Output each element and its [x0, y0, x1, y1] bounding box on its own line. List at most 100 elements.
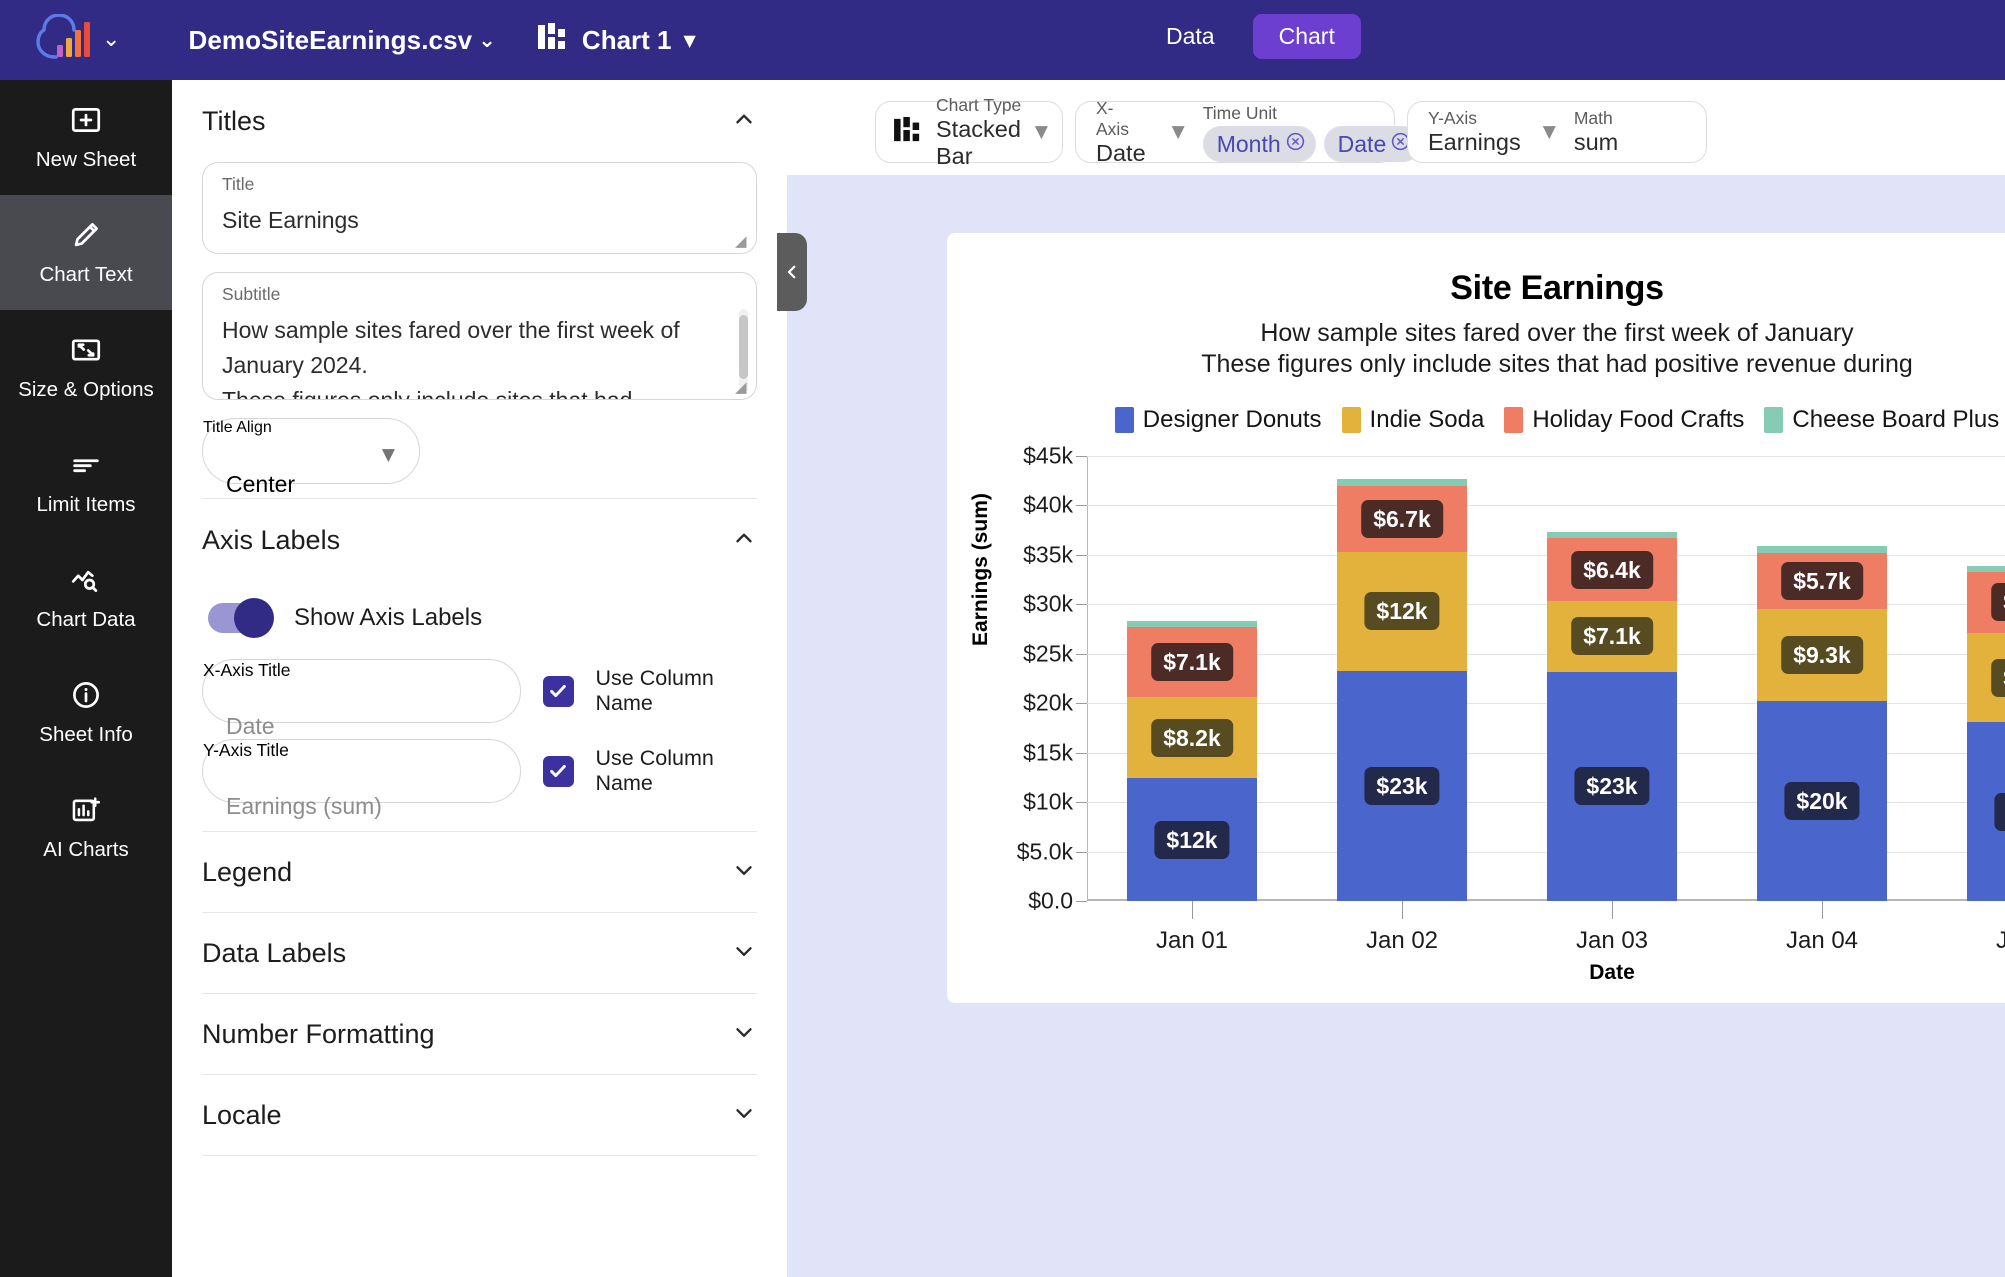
bar-segment[interactable]: $12k — [1336, 551, 1468, 671]
math-label: Math — [1573, 108, 1613, 128]
bar-segment[interactable]: $9.0k — [1966, 633, 2005, 723]
chevron-up-icon[interactable] — [731, 106, 757, 137]
bar-segment[interactable]: $23k — [1336, 670, 1468, 901]
bar-segment[interactable]: $6.7k — [1336, 485, 1468, 552]
titles-section-header[interactable]: Titles — [200, 80, 759, 162]
bar-segment[interactable]: $6.2k — [1966, 571, 2005, 634]
bar-segment[interactable] — [1966, 565, 2005, 572]
chart-selector[interactable]: Chart 1 ▼ — [537, 22, 696, 58]
title-align-select[interactable]: Title Align Center ▼ — [202, 418, 420, 497]
bar-segment[interactable]: $18k — [1966, 722, 2005, 901]
chevron-up-icon[interactable] — [731, 525, 757, 556]
bar-segment[interactable]: $12k — [1126, 778, 1258, 901]
sidebar-item-new-sheet[interactable]: New Sheet — [0, 80, 172, 195]
x-axis-and-time-unit-control[interactable]: X-Axis Date ▼ Time Unit Month Date — [1075, 97, 1442, 166]
bar-segment[interactable] — [1126, 621, 1258, 628]
legend-item[interactable]: Cheese Board Plus — [1764, 406, 1999, 434]
x-tick-label: Jan 03 — [1575, 927, 1649, 954]
y-use-column-name-checkbox[interactable] — [542, 755, 574, 787]
x-use-column-name-checkbox[interactable] — [542, 675, 574, 707]
legend-label: Designer Donuts — [1142, 406, 1322, 433]
legend-label: Indie Soda — [1369, 406, 1485, 433]
x-use-column-name-label: Use Column Name — [595, 666, 714, 715]
resize-grip-icon[interactable]: ◢ — [735, 234, 749, 249]
x-axis-title-input[interactable]: X-Axis Title Date — [202, 659, 521, 739]
subtitle-input[interactable]: Subtitle How sample sites fared over the… — [202, 272, 757, 400]
bar-segment[interactable]: $7.1k — [1126, 627, 1258, 698]
bar-segment[interactable] — [1546, 532, 1678, 539]
bar-segment[interactable]: $8.2k — [1126, 697, 1258, 779]
x-axis-value: Date — [1096, 139, 1146, 166]
file-name-selector[interactable]: DemoSiteEarnings.csv ⌄ — [188, 25, 495, 56]
collapse-panel-button[interactable] — [777, 233, 807, 311]
bar-stack[interactable]: $23k $12k $6.7k — [1336, 478, 1468, 901]
chevron-down-icon[interactable] — [731, 938, 757, 969]
legend-item[interactable]: Indie Soda — [1341, 406, 1485, 434]
y-tick-label: $20k — [1023, 689, 1073, 716]
bar-segment[interactable]: $7.1k — [1546, 601, 1678, 672]
sidebar-item-sheet-info[interactable]: Sheet Info — [0, 655, 172, 770]
show-axis-labels-toggle[interactable] — [208, 598, 274, 638]
time-unit-chip-month[interactable]: Month — [1202, 125, 1316, 162]
x-axis-label: X-Axis — [1096, 97, 1130, 139]
title-input[interactable]: Title Site Earnings ◢ — [202, 162, 757, 254]
top-bar: ⌄ DemoSiteEarnings.csv ⌄ Chart 1 ▼ Data … — [0, 0, 2005, 80]
bar-data-label: $9.3k — [1781, 636, 1863, 675]
axis-labels-section-header[interactable]: Axis Labels — [200, 499, 759, 581]
legend-section-header[interactable]: Legend — [200, 832, 759, 912]
chevron-down-icon[interactable] — [731, 857, 757, 888]
bar-data-label: $7.1k — [1151, 643, 1233, 682]
sidebar-item-chart-data[interactable]: Chart Data — [0, 540, 172, 655]
bar-stack[interactable]: $18k $9.0k $6.2k — [1966, 565, 2005, 901]
bar-stack[interactable]: $20k $9.3k $5.7k — [1756, 546, 1888, 901]
sidebar-item-chart-text[interactable]: Chart Text — [0, 195, 172, 310]
x-tick-mark — [1822, 901, 1823, 919]
data-labels-section-header[interactable]: Data Labels — [200, 913, 759, 993]
x-tick-label: Jan 04 — [1785, 927, 1859, 954]
bar-segment[interactable]: $20k — [1756, 701, 1888, 901]
chart-title: Site Earnings — [1450, 269, 1664, 307]
y-tick-mark — [1076, 505, 1087, 507]
app-logo-button[interactable]: ⌄ — [36, 14, 120, 66]
bar-segment[interactable] — [1336, 478, 1468, 486]
y-axis-and-math-control[interactable]: Y-Axis Earnings ▼ Math sum — [1407, 101, 1707, 163]
gridline — [1087, 505, 2005, 507]
resize-grip-icon[interactable]: ◢ — [735, 380, 749, 395]
locale-section-header[interactable]: Locale — [200, 1075, 759, 1155]
bar-chart-icon — [894, 116, 922, 148]
sidebar-item-size-options[interactable]: Size & Options — [0, 310, 172, 425]
y-axis-label: Y-Axis — [1428, 108, 1477, 128]
chart-legend: Designer Donuts Indie Soda Holiday Food Cr… — [947, 406, 2005, 434]
chevron-down-icon[interactable] — [731, 1019, 757, 1050]
chevron-down-icon[interactable] — [731, 1100, 757, 1131]
bar-segment[interactable]: $9.3k — [1756, 609, 1888, 702]
number-formatting-section-header[interactable]: Number Formatting — [200, 994, 759, 1074]
legend-swatch — [1764, 407, 1784, 433]
sidebar-item-ai-charts[interactable]: AI Charts — [0, 770, 172, 885]
chart-subtitle-line-1: How sample sites fared over the first we… — [1260, 319, 1854, 347]
sidebar-item-label: Limit Items — [36, 493, 136, 516]
bar-segment[interactable]: $5.7k — [1756, 552, 1888, 610]
y-tick-label: $0.0 — [1028, 887, 1073, 914]
subtitle-scrollbar-thumb[interactable] — [739, 315, 748, 379]
bar-stack[interactable]: $23k $7.1k $6.4k — [1546, 532, 1678, 901]
subtitle-input-value: How sample sites fared over the first we… — [222, 317, 680, 400]
bar-data-label: $12k — [1154, 820, 1230, 859]
bar-segment[interactable]: $23k — [1546, 671, 1678, 901]
tab-data[interactable]: Data — [1140, 14, 1241, 59]
legend-item[interactable]: Designer Donuts — [1114, 406, 1322, 434]
bar-stack[interactable]: $12k $8.2k $7.1k — [1126, 621, 1258, 901]
bar-data-label: $6.2k — [1991, 583, 2005, 622]
y-tick-mark — [1076, 604, 1087, 606]
y-axis-title-input[interactable]: Y-Axis Title Earnings (sum) — [202, 739, 521, 819]
triangle-down-icon: ▼ — [683, 30, 696, 50]
legend-swatch — [1114, 407, 1134, 433]
bar-segment[interactable] — [1756, 546, 1888, 553]
chart-type-control[interactable]: Chart Type Stacked Bar ▼ — [875, 95, 1063, 169]
bar-segment[interactable]: $6.4k — [1546, 538, 1678, 602]
remove-chip-icon[interactable] — [1285, 130, 1306, 158]
sidebar-item-limit-items[interactable]: Limit Items — [0, 425, 172, 540]
tab-chart[interactable]: Chart — [1252, 14, 1361, 59]
x-tick-label: Jan 01 — [1155, 927, 1229, 954]
legend-item[interactable]: Holiday Food Crafts — [1504, 406, 1744, 434]
